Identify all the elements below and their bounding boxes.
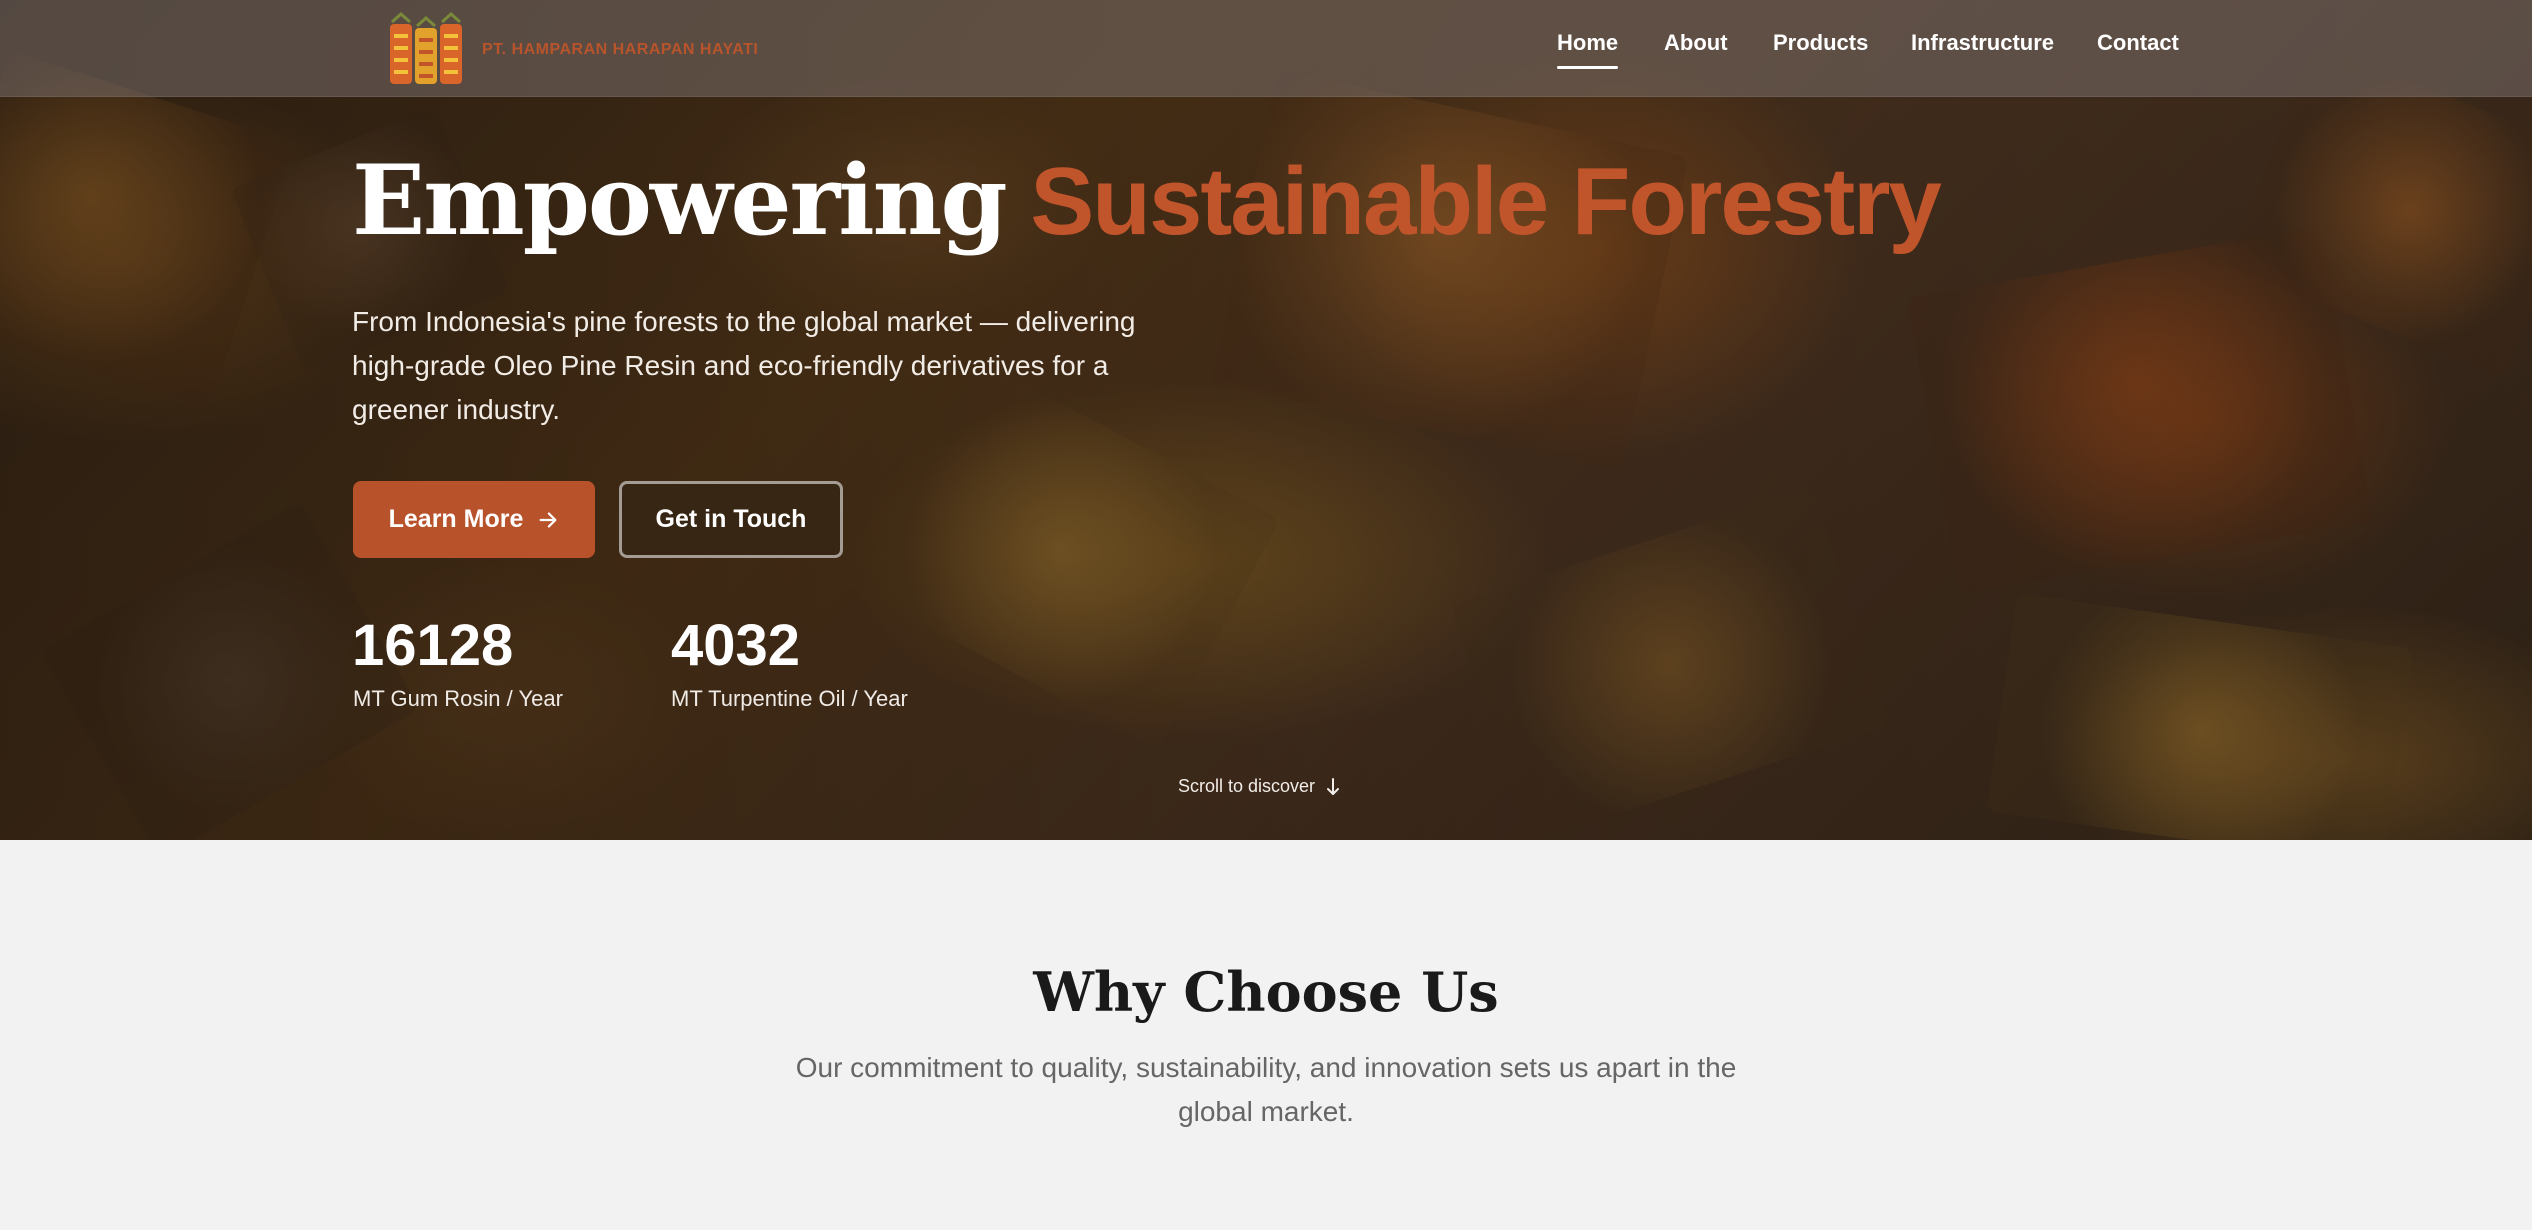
why-choose-us-subtitle: Our commitment to quality, sustainabilit… [795, 1052, 1737, 1127]
nav-infrastructure[interactable]: Infrastructure [1911, 30, 2054, 56]
hero-headline: Empowering Sustainable Forestry [352, 144, 1942, 257]
stat-turpentine-label: MT Turpentine Oil / Year [671, 686, 908, 711]
nav-products[interactable]: Products [1773, 30, 1868, 56]
resin-barrels-logo-icon[interactable] [386, 12, 466, 88]
brand-name[interactable]: PT. HAMPARAN HARAPAN HAYATI [482, 41, 758, 59]
why-choose-us-title: Why Choose Us [1033, 960, 1499, 1024]
stat-turpentine-value: 4032 [671, 613, 801, 678]
arrow-down-icon [1327, 777, 1340, 795]
scroll-label: Scroll to discover [1178, 776, 1316, 796]
learn-more-button[interactable]: Learn More [353, 481, 595, 558]
nav-about[interactable]: About [1664, 30, 1728, 56]
get-in-touch-label: Get in Touch [655, 505, 807, 533]
top-navbar: PT. HAMPARAN HARAPAN HAYATI Home About P… [0, 0, 2532, 97]
headline-white-part: Empowering [352, 144, 1008, 257]
stat-gum-rosin-value: 16128 [352, 613, 514, 678]
arrow-right-icon [539, 511, 557, 528]
nav-contact[interactable]: Contact [2097, 30, 2179, 56]
learn-more-label: Learn More [388, 505, 524, 533]
stat-gum-rosin-label: MT Gum Rosin / Year [353, 686, 563, 711]
nav-home[interactable]: Home [1557, 30, 1619, 69]
get-in-touch-button[interactable]: Get in Touch [619, 481, 843, 558]
headline-accent-part: Sustainable Forestry [1030, 148, 1942, 255]
hero-section: Empowering Sustainable Forestry From Ind… [0, 0, 2532, 840]
hero-subtitle: From Indonesia's pine forests to the glo… [352, 306, 1136, 425]
scroll-to-discover[interactable]: Scroll to discover [1178, 776, 1341, 797]
